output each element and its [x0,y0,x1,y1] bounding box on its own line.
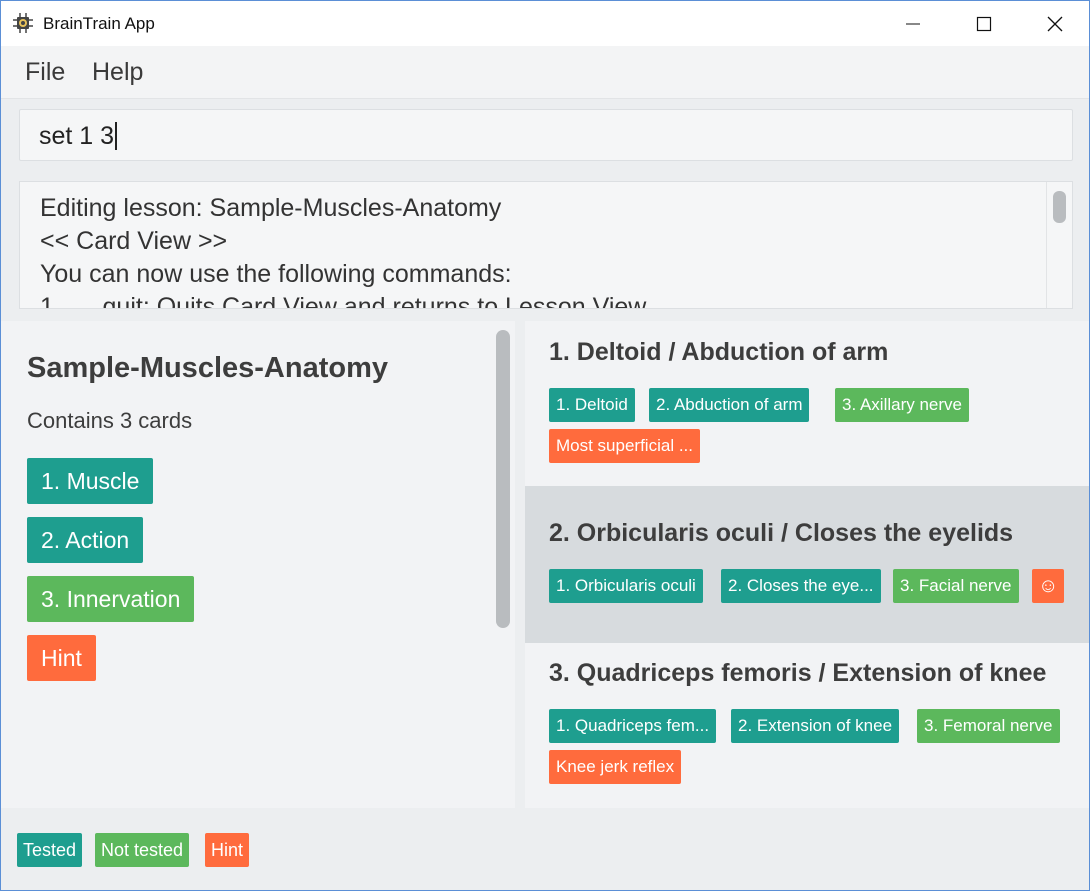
app-window: BrainTrain App File Help set 1 3 Editing… [0,0,1090,891]
card-title: 3. Quadriceps femoris / Extension of kne… [549,659,1047,687]
result-line: Editing lesson: Sample-Muscles-Anatomy [40,194,502,222]
card-tag: 3. Femoral nerve [917,709,1060,743]
result-display[interactable]: Editing lesson: Sample-Muscles-Anatomy <<… [19,181,1073,309]
text-caret [115,122,118,150]
command-box-area: set 1 3 [1,99,1089,175]
card-list: 1. Deltoid / Abduction of arm 1. Deltoid… [525,321,1089,808]
minimize-icon [906,23,920,24]
result-scrollbar-thumb[interactable] [1053,191,1066,223]
header-tag-innervation: 3. Innervation [27,576,195,622]
result-scrollbar[interactable] [1046,182,1072,308]
card-tag: 3. Facial nerve [893,569,1019,603]
minimize-button[interactable] [878,1,948,46]
card-item[interactable]: 1. Deltoid / Abduction of arm 1. Deltoid… [525,321,1089,486]
window-title: BrainTrain App [43,14,155,33]
menu-help[interactable]: Help [92,58,143,87]
command-input[interactable]: set 1 3 [19,109,1073,161]
card-tag: 2. Closes the eye... [721,569,881,603]
legend-hint: Hint [205,833,250,867]
maximize-icon [976,16,992,31]
card-tag: 1. Orbicularis oculi [549,569,703,603]
card-tag: 2. Abduction of arm [649,388,810,422]
maximize-button[interactable] [949,1,1019,46]
title-bar: BrainTrain App [1,1,1089,46]
status-legend: Tested Not tested Hint [1,808,1089,890]
close-icon [1047,16,1063,31]
lesson-panel: Sample-Muscles-Anatomy Contains 3 cards … [1,321,515,808]
lesson-title: Sample-Muscles-Anatomy [27,352,388,384]
card-title: 1. Deltoid / Abduction of arm [549,338,889,366]
result-line: 1. quit: Quits Card View and returns to … [40,293,647,309]
smiley-icon: ☺ [1032,569,1065,603]
menu-file[interactable]: File [25,58,65,87]
legend-not-tested: Not tested [95,833,190,867]
card-title: 2. Orbicularis oculi / Closes the eyelid… [549,519,1014,547]
header-tag-hint: Hint [27,635,96,681]
command-text: set 1 3 [39,122,115,150]
card-tag: 1. Quadriceps fem... [549,709,717,743]
lesson-scrollbar-thumb[interactable] [496,330,510,628]
result-line: << Card View >> [40,227,228,255]
card-item[interactable]: 3. Quadriceps femoris / Extension of kne… [525,643,1089,808]
legend-tested: Tested [17,833,83,867]
card-tag: 2. Extension of knee [731,709,900,743]
card-tag-hint: Most superficial ... [549,429,700,463]
result-text: Editing lesson: Sample-Muscles-Anatomy <<… [40,192,647,309]
header-tag-action: 2. Action [27,517,144,563]
header-tag-muscle: 1. Muscle [27,458,154,504]
brain-chip-icon [13,13,33,33]
result-line: You can now use the following commands: [40,260,512,288]
close-button[interactable] [1020,1,1090,46]
menu-bar: File Help [1,46,1089,99]
card-tag: 1. Deltoid [549,388,635,422]
card-tag-hint: Knee jerk reflex [549,750,682,784]
card-item-selected[interactable]: 2. Orbicularis oculi / Closes the eyelid… [525,486,1089,643]
lesson-card-count: Contains 3 cards [27,408,193,433]
card-tag: 3. Axillary nerve [835,388,969,422]
